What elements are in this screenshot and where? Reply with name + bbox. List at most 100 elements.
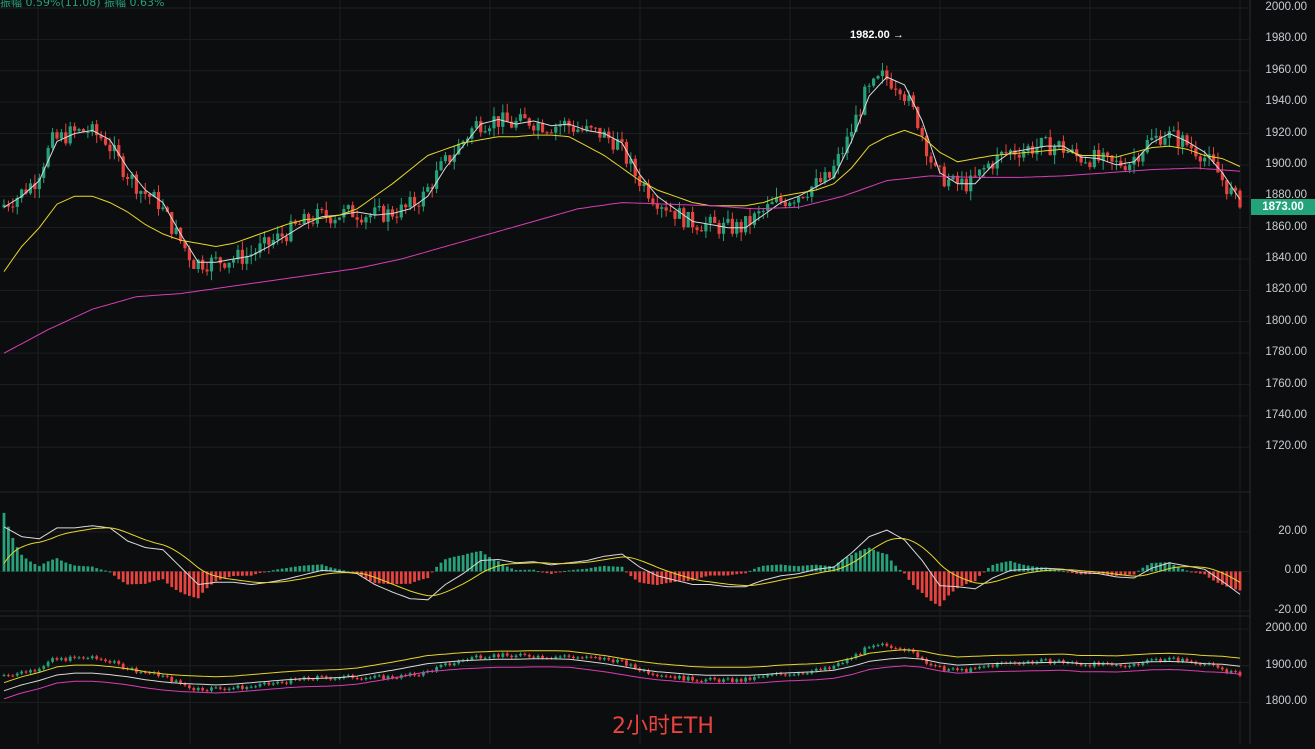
macd-histogram-bar (1062, 570, 1065, 572)
bottom-candle-body (240, 685, 244, 689)
bottom-candle-body (951, 668, 955, 670)
bottom-candle-body (223, 688, 227, 690)
macd-histogram-bar (739, 571, 743, 574)
candle-body (483, 131, 487, 133)
macd-histogram-bar (227, 571, 231, 577)
macd-histogram-bar (598, 566, 602, 572)
candle-body (227, 262, 231, 268)
candle-body (1123, 166, 1127, 171)
macd-histogram-bar (263, 571, 266, 573)
macd-histogram-bar (179, 571, 182, 593)
macd-histogram-bar (302, 565, 306, 572)
macd-histogram-bar (964, 571, 968, 585)
candle-body (333, 219, 337, 224)
macd-histogram-bar (638, 571, 642, 583)
macd-histogram-bar (152, 571, 156, 582)
bottom-candle-body (801, 673, 805, 675)
macd-histogram-bar (814, 564, 818, 572)
bottom-candle-body (960, 669, 964, 671)
candle-body (373, 207, 377, 216)
macd-histogram-bar (466, 553, 469, 572)
macd-histogram-bar (594, 567, 597, 572)
macd-histogram-bar (161, 571, 165, 580)
bottom-candle-body (15, 673, 19, 676)
macd-histogram-bar (1185, 570, 1189, 572)
bottom-candle-body (90, 656, 94, 659)
axis-tick-label: 1800.00 (1265, 695, 1307, 708)
bottom-candle-body (497, 654, 500, 657)
candle-body (788, 202, 792, 207)
macd-histogram-bar (223, 571, 227, 579)
bottom-candle-body (249, 686, 253, 688)
macd-histogram-bar (382, 571, 386, 584)
macd-histogram-bar (68, 564, 72, 572)
bottom-candle-body (1234, 671, 1237, 673)
bottom-candle-body (46, 661, 50, 667)
bottom-candle-body (214, 687, 218, 689)
bottom-candle-body (620, 659, 624, 661)
candle-body (311, 222, 315, 224)
candle-body (982, 168, 986, 170)
macd-histogram-bar (792, 565, 796, 572)
bottom-candle-body (59, 658, 63, 660)
macd-histogram-bar (677, 571, 681, 582)
bottom-candle-body (1176, 657, 1180, 662)
bottom-candle-body (1119, 664, 1123, 667)
bottom-candle-body (448, 663, 452, 666)
axis-tick-label: 1980.00 (1265, 32, 1307, 45)
axis-tick-label: 2000.00 (1265, 622, 1307, 635)
axis-tick-label: 2000.00 (1265, 1, 1307, 13)
candle-body (889, 79, 893, 89)
bottom-candle-body (580, 657, 584, 659)
candle-body (518, 114, 523, 121)
macd-histogram-bar (205, 571, 209, 589)
candle-body (620, 139, 624, 143)
macd-histogram-bar (95, 568, 99, 572)
bottom-candle-body (713, 677, 717, 680)
macd-histogram-bar (580, 569, 584, 572)
axis-tick-label: 1900.00 (1265, 157, 1307, 170)
macd-histogram-bar (444, 559, 447, 572)
bottom-candle-body (316, 676, 319, 680)
bottom-candle-body (730, 678, 734, 682)
macd-histogram-bar (170, 571, 174, 588)
candle-body (973, 175, 977, 177)
bottom-candle-body (263, 682, 266, 685)
bottom-candle-body (567, 655, 571, 657)
bottom-candle-body (527, 654, 531, 657)
macd-histogram-bar (77, 565, 81, 572)
candle-body (496, 116, 500, 127)
bottom-candle-body (444, 663, 447, 665)
candle-body (386, 209, 390, 222)
macd-histogram-bar (121, 571, 125, 583)
macd-histogram-bar (783, 565, 787, 572)
macd-histogram-bar (174, 571, 178, 590)
candle-body (501, 112, 505, 127)
macd-histogram-bar (770, 565, 774, 572)
macd-histogram-bar (90, 566, 94, 572)
macd-histogram-bar (448, 557, 452, 572)
bottom-candle-body (792, 674, 796, 676)
bottom-candle-body (82, 657, 85, 659)
macd-histogram-bar (1070, 571, 1074, 574)
bottom-candle-body (1057, 660, 1061, 662)
candle-body (223, 263, 227, 268)
macd-histogram-bar (730, 571, 734, 575)
candle-body (660, 207, 664, 209)
bottom-candle-body (625, 660, 628, 666)
candle-body (796, 196, 801, 203)
macd-histogram-bar (986, 567, 990, 572)
macd-histogram-bar (1229, 571, 1233, 589)
macd-histogram-bar (898, 569, 902, 572)
bottom-candle-body (201, 688, 205, 691)
macd-histogram-bar (408, 571, 412, 584)
candle-body (814, 178, 818, 187)
bottom-candle-body (761, 676, 765, 678)
macd-histogram-bar (1198, 571, 1202, 574)
candle-body (924, 135, 929, 157)
bottom-candle-body (814, 668, 818, 671)
macd-histogram-bar (86, 566, 90, 572)
candle-body (691, 211, 695, 228)
candle-body (766, 204, 770, 211)
candle-body (355, 217, 359, 220)
